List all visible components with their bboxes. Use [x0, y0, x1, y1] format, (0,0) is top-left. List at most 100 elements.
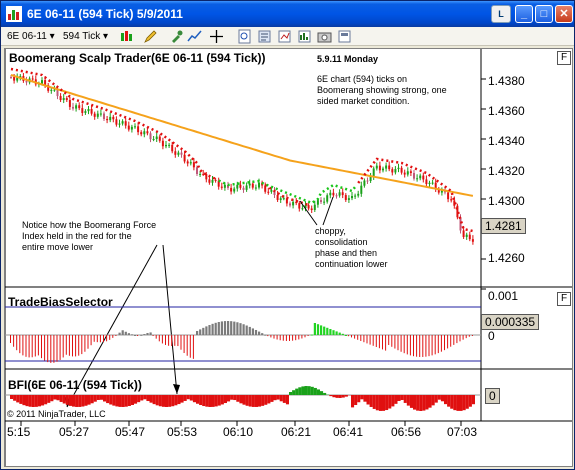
bfi-bar	[413, 395, 417, 410]
bfi-bar	[84, 395, 88, 406]
bfi-bar	[220, 395, 224, 405]
bfi-bar	[174, 395, 178, 406]
tbs-histogram-bar	[28, 335, 30, 358]
bfi-bar	[447, 395, 451, 407]
bfi-bar	[419, 395, 423, 411]
bfi-bar	[202, 395, 206, 407]
data-box-icon[interactable]	[277, 29, 292, 44]
chart-area[interactable]: Boomerang Scalp Trader(6E 06-11 (594 Tic…	[4, 48, 573, 467]
tbs-histogram-bar	[462, 335, 464, 340]
candle-body	[155, 136, 158, 139]
candle-body	[10, 77, 12, 78]
zoom-icon[interactable]	[237, 29, 252, 44]
snapshot-icon[interactable]	[317, 29, 332, 44]
instrument-selector[interactable]: 6E 06-11 ▾	[7, 29, 55, 44]
tbs-histogram-bar	[223, 321, 227, 335]
candle-body	[189, 162, 192, 164]
period-selector[interactable]: 594 Tick ▾	[63, 29, 108, 44]
tbs-panel-title: TradeBiasSelector	[8, 295, 113, 309]
tbs-histogram-bar	[276, 335, 278, 340]
bfi-bar	[397, 395, 401, 401]
bfi-bar	[103, 395, 107, 402]
tbs-histogram-bar	[103, 335, 104, 343]
bfi-bar	[471, 395, 475, 405]
bfi-bar	[298, 387, 302, 395]
tbs-histogram-bar	[230, 321, 233, 335]
bfi-bar	[72, 395, 76, 407]
close-button[interactable]: ✕	[555, 5, 573, 23]
bfi-bar	[316, 389, 320, 395]
candle-body	[99, 113, 102, 115]
candle-body	[84, 111, 87, 113]
candle-body	[357, 193, 360, 196]
minimize-button[interactable]: _	[515, 5, 533, 23]
candle-body	[459, 217, 462, 231]
candle-body	[158, 136, 161, 141]
bfi-bar	[468, 395, 472, 407]
bfi-bar	[10, 395, 14, 399]
bfi-bar	[233, 395, 237, 401]
bar-type-icon[interactable]	[119, 29, 134, 44]
bfi-bar	[19, 395, 23, 404]
bfi-bar	[341, 395, 345, 398]
template-icon[interactable]	[337, 29, 352, 44]
bfi-bar	[196, 395, 200, 404]
tbs-histogram-bar	[115, 335, 117, 336]
candle-body	[75, 105, 78, 109]
candle-body	[93, 113, 96, 117]
tbs-histogram-bar	[391, 335, 393, 347]
bfi-bar	[307, 386, 311, 395]
bfi-bar	[320, 391, 324, 395]
candle-body	[301, 208, 304, 210]
tbs-histogram-bar	[137, 335, 139, 336]
tbs-histogram-bar	[264, 334, 267, 336]
tbs-histogram-bar	[109, 335, 111, 340]
tbs-histogram-bar	[394, 335, 396, 349]
candle-body	[140, 132, 143, 135]
chart-trader-icon[interactable]	[297, 29, 312, 44]
note-top-line: Boomerang showing strong, one	[317, 85, 447, 95]
bfi-bar	[81, 395, 85, 407]
link-button[interactable]: L	[491, 5, 511, 23]
crosshair-icon[interactable]	[209, 29, 224, 44]
candle-body	[87, 109, 90, 112]
candle-body	[326, 195, 329, 202]
tbs-histogram-bar	[239, 323, 242, 335]
tbs-histogram-bar	[406, 335, 408, 355]
tbs-histogram-bar	[468, 335, 470, 337]
bfi-bar	[394, 395, 398, 404]
bfi-bar	[56, 395, 60, 401]
bfi-bar	[264, 395, 268, 405]
tbs-histogram-bar	[295, 335, 297, 341]
note-top: 6E chart (594) ticks on Boomerang showin…	[317, 74, 447, 107]
bfi-bar	[332, 395, 336, 398]
candle-body	[220, 186, 223, 188]
indicator-icon[interactable]	[187, 29, 202, 44]
bfi-bar	[186, 395, 190, 400]
tbs-histogram-bar	[273, 335, 275, 339]
pencil-draw-icon[interactable]	[143, 29, 158, 44]
note-mid-line: phase and then	[315, 248, 378, 258]
price-panel-f-button[interactable]: F	[557, 51, 571, 65]
candle-body	[378, 165, 381, 171]
bfi-bar	[41, 395, 45, 406]
bfi-bar	[282, 395, 286, 403]
tbs-histogram-bar	[47, 335, 49, 363]
bfi-bar	[382, 395, 386, 411]
bfi-bar	[335, 395, 339, 398]
price-axis-label: 1.4340	[488, 134, 525, 148]
bfi-bar	[236, 395, 240, 402]
bfi-bar	[344, 395, 348, 397]
properties-icon[interactable]	[257, 29, 272, 44]
candle-body	[341, 192, 344, 196]
candle-body	[462, 230, 465, 237]
tbs-histogram-bar	[270, 335, 272, 338]
title-bar[interactable]: 6E 06-11 (594 Tick) 5/9/2011 L _ □ ✕	[1, 1, 574, 27]
tbs-histogram-bar	[87, 335, 89, 349]
tbs-histogram-bar	[307, 335, 309, 336]
candle-body	[289, 203, 291, 206]
color-picker-icon[interactable]	[169, 29, 184, 44]
maximize-button[interactable]: □	[535, 5, 553, 23]
tbs-histogram-bar	[96, 335, 98, 343]
tbs-panel-f-button[interactable]: F	[557, 292, 571, 306]
